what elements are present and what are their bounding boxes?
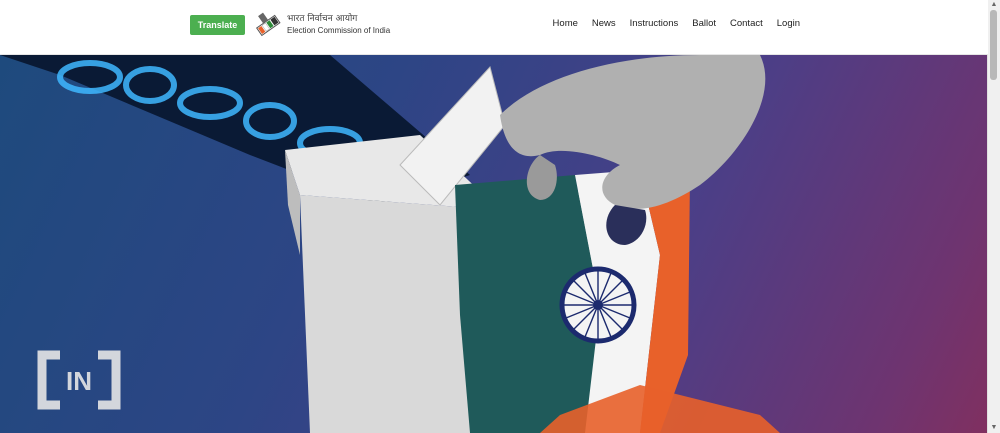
hero-banner: IN — [0, 55, 988, 433]
nav-contact[interactable]: Contact — [730, 18, 763, 29]
translate-button[interactable]: Translate — [190, 15, 245, 35]
nav-ballot[interactable]: Ballot — [692, 18, 716, 29]
scroll-down-icon[interactable]: ▼ — [990, 424, 998, 432]
brand-hindi-name: भारत निर्वाचन आयोग — [287, 14, 358, 24]
nav-home[interactable]: Home — [553, 18, 578, 29]
page-scrollbar[interactable]: ▲ ▼ — [987, 0, 1000, 433]
nav-instructions[interactable]: Instructions — [630, 18, 679, 29]
eci-logo-icon — [255, 12, 281, 37]
top-navbar: Translate भारत निर्वाचन आयोग Election Co… — [0, 0, 988, 55]
brand[interactable]: भारत निर्वाचन आयोग Election Commission o… — [252, 9, 390, 41]
in-watermark-text: IN — [66, 366, 92, 396]
brand-text: भारत निर्वाचन आयोग Election Commission o… — [287, 13, 390, 37]
hero-image: IN — [0, 55, 780, 433]
brand-english-name: Election Commission of India — [287, 26, 391, 35]
scroll-thumb[interactable] — [990, 10, 997, 80]
nav-login[interactable]: Login — [777, 18, 800, 29]
main-nav: Home News Instructions Ballot Contact Lo… — [553, 18, 800, 29]
nav-news[interactable]: News — [592, 18, 616, 29]
scroll-up-icon[interactable]: ▲ — [990, 1, 998, 9]
